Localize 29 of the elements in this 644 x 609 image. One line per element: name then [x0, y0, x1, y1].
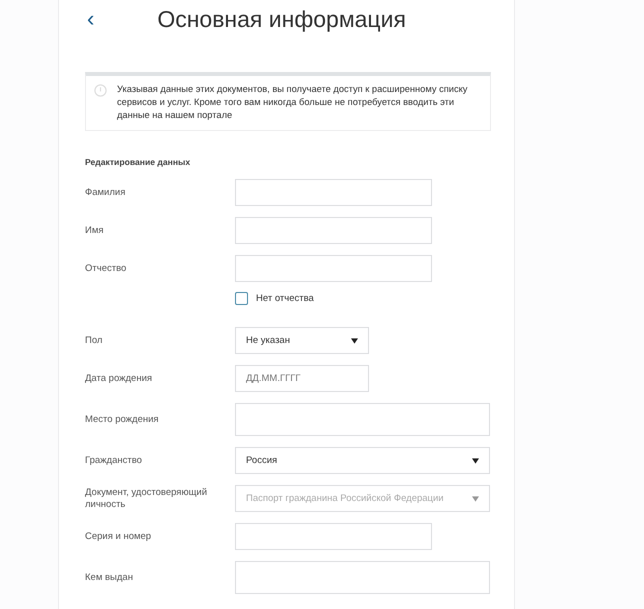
field-label: Документ, удостоверяющий личность [85, 486, 208, 510]
field-label: Имя [85, 224, 105, 236]
notice-text: Указывая данные этих документов, вы получаете доступ к расширенному списку сервисов и услуг. Кроме того вам никогда больше не потребуется вводить эти данные на нашем портале [117, 83, 468, 122]
input-field[interactable] [235, 255, 432, 282]
input-field[interactable] [235, 561, 490, 594]
date-field[interactable]: ДД.ММ.ГГГГ [235, 365, 369, 392]
field-label: Гражданство [85, 454, 143, 466]
caret-icon [472, 458, 479, 464]
input-field[interactable] [235, 217, 432, 244]
field-label: Кем выдан [85, 572, 134, 584]
checkbox[interactable] [235, 292, 248, 305]
info-icon [94, 84, 107, 97]
no-patronymic-checkbox[interactable]: Нет отчества [235, 292, 314, 305]
field-label: Место рождения [85, 414, 160, 426]
caret-icon [351, 338, 358, 344]
field-label: Фамилия [85, 186, 126, 198]
input-field[interactable] [235, 523, 432, 550]
input-field[interactable] [235, 179, 432, 206]
back-button[interactable]: ‹ [85, 6, 94, 32]
field-label: Пол [85, 334, 104, 346]
field-label: Дата рождения [85, 372, 154, 384]
caret-icon [472, 496, 479, 502]
select-field[interactable]: Россия [235, 447, 490, 474]
section-title: Редактирование данных [85, 157, 192, 167]
page-title: Основная информация [157, 6, 406, 32]
select-field[interactable]: Не указан [235, 327, 369, 354]
input-field[interactable] [235, 403, 490, 436]
field-label: Отчество [85, 262, 128, 274]
field-label: Серия и номер [85, 530, 152, 542]
